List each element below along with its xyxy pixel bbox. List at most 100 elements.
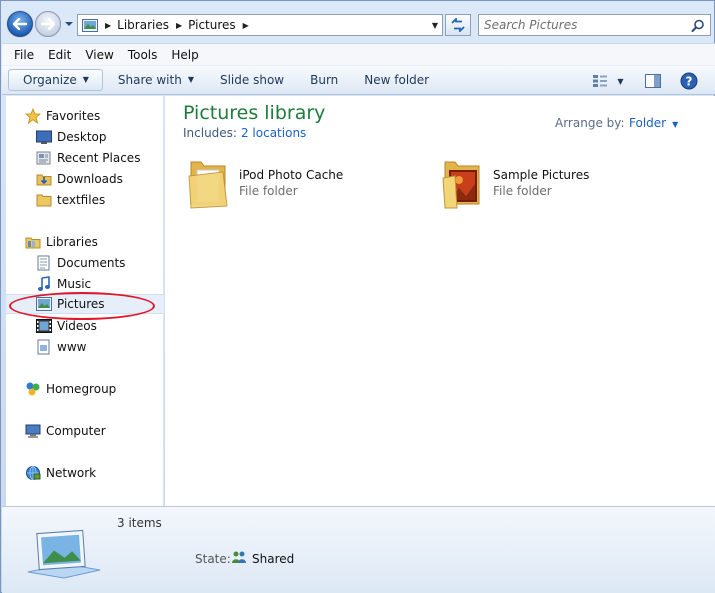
- nav-label: Recent Places: [57, 151, 141, 165]
- back-button[interactable]: [7, 11, 33, 37]
- music-note-icon: [36, 276, 52, 292]
- nav-recent-places[interactable]: Recent Places: [6, 148, 164, 168]
- nav-homegroup[interactable]: Homegroup: [6, 379, 164, 399]
- folder-type: File folder: [239, 184, 298, 198]
- nav-downloads[interactable]: Downloads: [6, 169, 164, 189]
- nav-label: Network: [46, 466, 97, 480]
- recent-places-icon: [36, 150, 52, 166]
- preview-pane-icon: [645, 74, 661, 88]
- nav-label: Music: [57, 277, 92, 291]
- burn-button[interactable]: Burn: [299, 69, 349, 91]
- search-icon[interactable]: [691, 19, 705, 33]
- nav-libraries[interactable]: Libraries: [6, 232, 164, 252]
- nav-label: Documents: [57, 256, 126, 270]
- command-bar: Organize ▼ Share with ▼ Slide show Burn …: [2, 65, 715, 95]
- forward-button[interactable]: [35, 11, 61, 37]
- nav-label: Favorites: [46, 109, 101, 123]
- breadcrumb-separator-icon[interactable]: ▶: [176, 21, 182, 30]
- address-row: ▶ Libraries ▶ Pictures ▶ ▼: [1, 1, 715, 43]
- libraries-icon: [25, 234, 41, 250]
- content-pane: Pictures library Includes: 2 locations Ar…: [165, 96, 715, 506]
- refresh-button[interactable]: [445, 14, 471, 36]
- pictures-icon: [36, 296, 52, 312]
- preview-pane-button[interactable]: [642, 70, 664, 92]
- folder-icon: [188, 161, 228, 209]
- includes-label: Includes:: [183, 126, 237, 140]
- slide-show-button[interactable]: Slide show: [209, 69, 295, 91]
- new-folder-label: New folder: [364, 73, 430, 87]
- share-with-label: Share with: [117, 73, 182, 87]
- nav-label: Pictures: [57, 297, 105, 311]
- view-options-icon: [593, 75, 608, 87]
- svg-text:?: ?: [686, 75, 693, 89]
- locations-link[interactable]: 2 locations: [241, 126, 306, 140]
- star-icon: [25, 108, 41, 124]
- menu-edit[interactable]: Edit: [41, 45, 78, 65]
- breadcrumb-libraries[interactable]: Libraries: [117, 18, 169, 32]
- navigation-pane: Favorites Desktop Recent Places Download…: [6, 96, 164, 506]
- forward-arrow-icon: [41, 18, 55, 30]
- desktop-icon: [36, 129, 52, 145]
- menu-bar: File Edit View Tools Help: [2, 43, 715, 65]
- item-count: 3 items: [117, 516, 162, 530]
- menu-file[interactable]: File: [2, 45, 41, 65]
- nav-documents[interactable]: Documents: [6, 253, 164, 273]
- burn-label: Burn: [310, 73, 339, 87]
- organize-label: Organize: [23, 73, 77, 87]
- video-film-icon: [36, 318, 52, 334]
- nav-computer[interactable]: Computer: [6, 421, 164, 441]
- documents-icon: [36, 255, 52, 271]
- folder-name: Sample Pictures: [493, 168, 590, 182]
- nav-label: textfiles: [57, 193, 106, 207]
- folder-item[interactable]: iPod Photo Cache File folder: [185, 156, 435, 212]
- state-label: State:: [195, 552, 231, 566]
- menu-help[interactable]: Help: [164, 45, 205, 65]
- share-with-button[interactable]: Share with ▼: [107, 69, 205, 91]
- pictures-library-large-icon: [27, 529, 101, 579]
- menu-view[interactable]: View: [78, 45, 120, 65]
- new-folder-button[interactable]: New folder: [353, 69, 440, 91]
- nav-network[interactable]: Network: [6, 463, 164, 483]
- library-document-icon: [36, 339, 52, 355]
- recent-pages-chevron-down-icon[interactable]: [64, 19, 74, 29]
- nav-videos[interactable]: Videos: [6, 316, 164, 336]
- folder-name: iPod Photo Cache: [239, 168, 344, 182]
- address-bar[interactable]: ▶ Libraries ▶ Pictures ▶ ▼: [77, 14, 443, 36]
- nav-label: Homegroup: [46, 382, 117, 396]
- computer-icon: [25, 423, 41, 439]
- organize-button[interactable]: Organize ▼: [8, 69, 103, 91]
- nav-pictures[interactable]: Pictures: [6, 294, 164, 314]
- breadcrumb-separator-icon[interactable]: ▶: [243, 21, 249, 30]
- breadcrumb-pictures[interactable]: Pictures: [188, 18, 236, 32]
- help-button[interactable]: ?: [678, 70, 700, 92]
- nav-label: Videos: [57, 319, 97, 333]
- nav-label: www: [57, 340, 87, 354]
- chevron-down-icon: ▼: [672, 120, 679, 129]
- search-box[interactable]: [478, 14, 711, 36]
- state-text: Shared: [252, 551, 295, 566]
- page-title: Pictures library: [183, 102, 326, 124]
- menu-tools[interactable]: Tools: [121, 45, 165, 65]
- nav-textfiles[interactable]: textfiles: [6, 190, 164, 210]
- change-view-button[interactable]: ▼: [590, 70, 626, 92]
- address-dropdown-chevron-down-icon[interactable]: ▼: [432, 21, 438, 30]
- nav-favorites[interactable]: Favorites: [6, 106, 164, 126]
- arrange-by-dropdown[interactable]: Folder ▼: [629, 116, 678, 130]
- network-icon: [25, 465, 41, 481]
- search-input[interactable]: [484, 18, 684, 32]
- nav-music[interactable]: Music: [6, 274, 164, 294]
- chevron-down-icon: ▼: [82, 75, 89, 84]
- details-pane: 3 items State: Shared: [2, 506, 715, 593]
- nav-www[interactable]: www: [6, 337, 164, 357]
- library-includes: Includes: 2 locations: [183, 126, 306, 140]
- breadcrumb-separator-icon[interactable]: ▶: [105, 21, 111, 30]
- nav-label: Desktop: [57, 130, 107, 144]
- folder-item[interactable]: Sample Pictures File folder: [439, 156, 689, 212]
- refresh-icon: [451, 18, 465, 32]
- arrange-by-value: Folder: [629, 116, 667, 130]
- shared-users-icon: [231, 550, 247, 567]
- nav-label: Libraries: [46, 235, 98, 249]
- nav-label: Downloads: [57, 172, 123, 186]
- nav-desktop[interactable]: Desktop: [6, 127, 164, 147]
- help-icon: ?: [680, 72, 698, 90]
